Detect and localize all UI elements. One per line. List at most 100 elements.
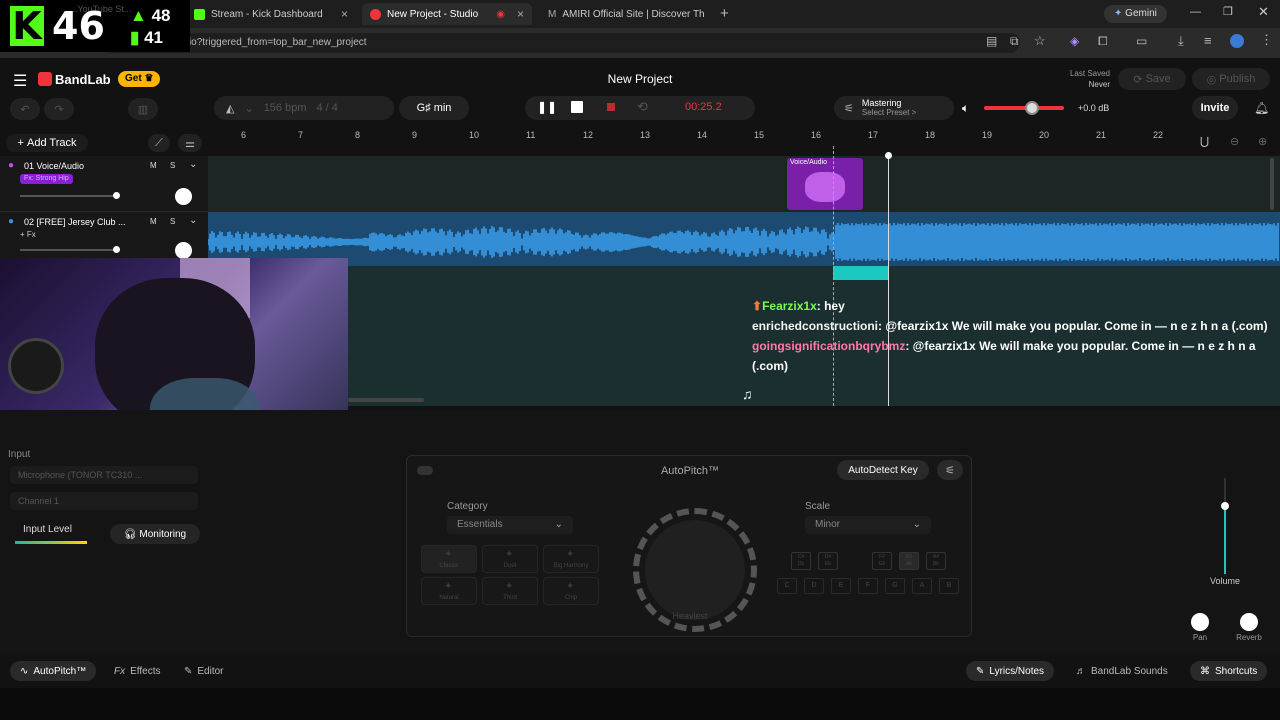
editor-tab[interactable]: ✎ Editor: [174, 661, 234, 681]
stop-icon[interactable]: [571, 101, 583, 113]
fader-thumb[interactable]: [1221, 502, 1229, 510]
minimize-icon[interactable]: —: [1190, 6, 1201, 18]
close-tab-icon[interactable]: ×: [517, 7, 524, 21]
record-icon[interactable]: [607, 103, 615, 111]
preset-button[interactable]: ✦ Third: [482, 577, 538, 605]
reverb-knob[interactable]: [1240, 613, 1258, 631]
autopitch-tab[interactable]: ∿ AutoPitch™: [10, 661, 97, 681]
close-tab-icon[interactable]: ×: [341, 7, 348, 21]
pan-knob[interactable]: [175, 188, 192, 205]
hamburger-menu-icon[interactable]: ☰: [13, 71, 27, 91]
track-name[interactable]: 01 Voice/Audio: [24, 161, 84, 171]
extension-icon[interactable]: ◈: [1070, 34, 1079, 48]
track-volume-thumb[interactable]: [113, 246, 120, 253]
solo-button[interactable]: S: [170, 161, 175, 170]
solo-button[interactable]: S: [170, 217, 175, 226]
vertical-scrollbar[interactable]: [1270, 158, 1274, 210]
bell-icon[interactable]: 🔔︎: [1254, 101, 1269, 115]
playhead-handle[interactable]: [885, 152, 892, 159]
track-volume-slider[interactable]: [20, 195, 118, 197]
add-fx-button[interactable]: + Fx: [20, 230, 36, 239]
sidepanel-icon[interactable]: ▭: [1136, 34, 1147, 48]
magnet-icon[interactable]: ⋃: [1200, 135, 1209, 148]
tempo-group[interactable]: ◭ ⌄ 156 bpm 4 / 4: [214, 96, 394, 120]
horizontal-scrollbar[interactable]: [348, 398, 424, 402]
key-button[interactable]: G♯ min: [399, 96, 469, 120]
project-title[interactable]: New Project: [540, 72, 740, 86]
profile-avatar[interactable]: [1230, 34, 1244, 48]
lyrics-notes-button[interactable]: ✎ Lyrics/Notes: [966, 661, 1055, 681]
media-icon[interactable]: ≡: [1204, 33, 1212, 48]
preset-button[interactable]: ✦ Natural: [421, 577, 477, 605]
track-header-voice[interactable]: ● 01 Voice/Audio M S ⌄ Fx: Strong Hip: [0, 156, 208, 212]
autopitch-toggle[interactable]: [417, 466, 433, 475]
note-key-natural[interactable]: C: [777, 578, 797, 594]
note-key-natural[interactable]: G: [885, 578, 905, 594]
mastering-button[interactable]: ⚟ Mastering Select Preset >: [834, 96, 954, 120]
lane-voice[interactable]: [208, 156, 1280, 212]
volume-fader-track[interactable]: [1210, 478, 1240, 574]
extensions-puzzle-icon[interactable]: ⧠: [1098, 34, 1108, 49]
preset-button[interactable]: ✦ Chip: [543, 577, 599, 605]
publish-button[interactable]: ◎ Publish: [1192, 68, 1270, 90]
time-signature[interactable]: 4 / 4: [317, 102, 338, 114]
download-icon[interactable]: ⤓: [1178, 33, 1184, 49]
tab-kick-dashboard[interactable]: Stream - Kick Dashboard ×: [186, 3, 356, 25]
zoom-in-icon[interactable]: ⊕: [1258, 135, 1267, 148]
mixer-button[interactable]: ▥: [128, 98, 158, 120]
maximize-icon[interactable]: ❐: [1223, 5, 1233, 18]
cast-icon[interactable]: ⧉: [1010, 34, 1019, 49]
note-key-natural[interactable]: D: [804, 578, 824, 594]
category-select[interactable]: Essentials ⌄: [447, 516, 573, 534]
fx-badge[interactable]: Fx: Strong Hip: [20, 174, 73, 184]
close-window-icon[interactable]: ✕: [1258, 4, 1269, 20]
pan-knob[interactable]: [1191, 613, 1209, 631]
save-button[interactable]: ⟳ Save: [1118, 68, 1186, 90]
preset-button[interactable]: ✦ Duet: [482, 545, 538, 573]
mute-button[interactable]: M: [150, 161, 157, 170]
new-tab-icon[interactable]: +: [720, 5, 729, 22]
gemini-button[interactable]: ✦ Gemini: [1104, 5, 1167, 23]
note-key-natural[interactable]: F: [858, 578, 878, 594]
mute-button[interactable]: M: [150, 217, 157, 226]
voice-audio-clip[interactable]: Voice/Audio: [787, 158, 863, 210]
bandlab-sounds-button[interactable]: ♬ BandLab Sounds: [1066, 661, 1178, 681]
redo-button[interactable]: ↷: [44, 98, 74, 120]
speaker-icon[interactable]: 🔈︎: [962, 101, 969, 116]
track-volume-slider[interactable]: [20, 249, 118, 251]
note-key-sharp[interactable]: F# Gb: [872, 552, 892, 570]
pause-icon[interactable]: ❚❚: [537, 100, 557, 114]
tab-new-project[interactable]: New Project - Studio ◉ ×: [362, 3, 532, 25]
note-key-natural[interactable]: A: [912, 578, 932, 594]
note-key-sharp[interactable]: D# Eb: [818, 552, 838, 570]
browser-menu-icon[interactable]: ⋮: [1260, 32, 1273, 48]
automation-button[interactable]: ⟋: [148, 134, 170, 152]
note-key-sharp[interactable]: C# Db: [791, 552, 811, 570]
preset-button[interactable]: ✦ Classic: [421, 545, 477, 573]
note-key-natural[interactable]: E: [831, 578, 851, 594]
tab-amiri[interactable]: M AMIRI Official Site | Discover Th ×: [540, 3, 710, 25]
reader-icon[interactable]: ▤: [986, 34, 997, 48]
effect-knob[interactable]: [645, 520, 745, 620]
add-track-button[interactable]: + Add Track: [6, 134, 88, 152]
channel-select[interactable]: Channel 1: [10, 492, 198, 510]
effects-tab[interactable]: Fx Effects: [104, 661, 171, 681]
pan-knob[interactable]: [175, 242, 192, 259]
timeline-ruler[interactable]: 6 7 8 9 10 11 12 13 14 15 16 17 18 19 20 21 22: [208, 130, 1280, 146]
note-key-sharp[interactable]: G# Ab: [899, 552, 919, 570]
invite-button[interactable]: Invite: [1192, 96, 1238, 120]
input-device-select[interactable]: Microphone (TONOR TC310 ...: [10, 466, 198, 484]
chevron-down-icon[interactable]: ⌄: [189, 159, 197, 170]
note-key-sharp[interactable]: A# Bb: [926, 552, 946, 570]
autopitch-settings-icon[interactable]: ⚟: [937, 460, 963, 480]
bookmark-star-icon[interactable]: ☆: [1034, 33, 1046, 49]
volume-slider-thumb[interactable]: [1025, 101, 1039, 115]
chevron-down-icon[interactable]: ⌄: [189, 215, 197, 226]
note-key-natural[interactable]: B: [939, 578, 959, 594]
autodetect-key-button[interactable]: AutoDetect Key: [837, 460, 929, 480]
bpm-value[interactable]: 156 bpm: [264, 102, 307, 114]
track-settings-button[interactable]: ⚌: [178, 134, 202, 152]
preset-button[interactable]: ✦ Big Harmony: [543, 545, 599, 573]
zoom-out-icon[interactable]: ⊖: [1230, 135, 1239, 148]
master-volume-slider[interactable]: [984, 101, 1064, 115]
